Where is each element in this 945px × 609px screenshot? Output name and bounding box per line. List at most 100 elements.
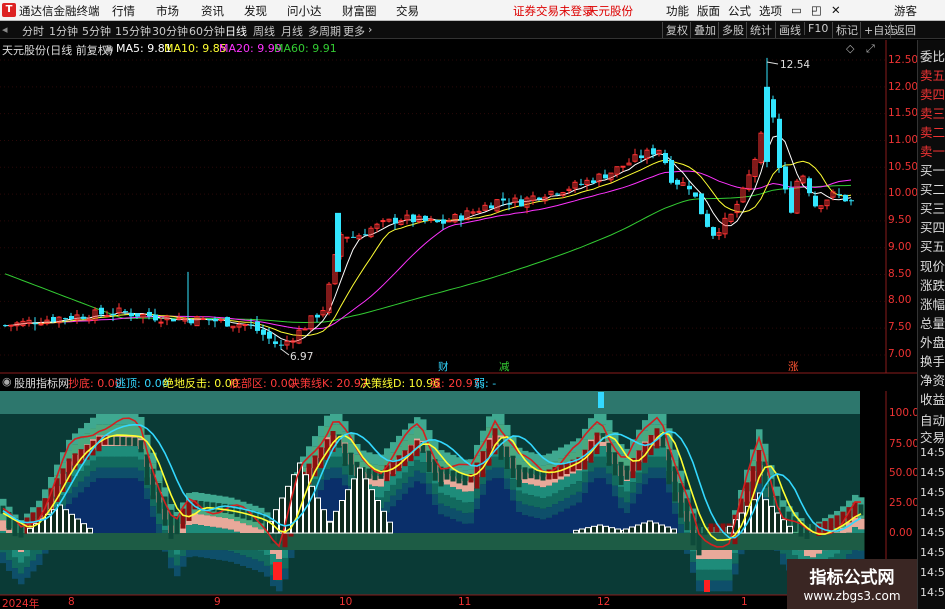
menu-item-quotes[interactable]: 行情 — [112, 3, 135, 19]
indicator-band-block — [72, 533, 79, 550]
kline-settings-icon[interactable]: ◉ — [104, 42, 114, 55]
indicator-band-block — [174, 554, 181, 566]
indicator-band-block — [156, 533, 163, 550]
sidebar-item[interactable]: 买三 — [920, 198, 945, 217]
diamond-icon[interactable]: ◇ — [846, 42, 854, 55]
indicator-band-block — [450, 497, 457, 509]
sidebar-item[interactable]: 现价 — [920, 256, 945, 275]
period-tab-30min[interactable]: 30分钟 — [152, 23, 188, 39]
candle-body — [393, 217, 398, 224]
menu-item-formula[interactable]: 公式 — [728, 3, 751, 19]
period-tab-weekly[interactable]: 周线 — [253, 23, 275, 39]
indicator-band-block — [120, 446, 127, 457]
indicator-bar — [426, 450, 432, 473]
indicator-panel[interactable] — [0, 391, 887, 595]
sidebar-item[interactable]: 外盘 — [920, 332, 945, 351]
indicator-band-block — [420, 483, 427, 533]
event-tag-reduce[interactable]: 减 — [499, 361, 510, 373]
trade-login-alert[interactable]: 证券交易未登录 — [513, 3, 594, 19]
restore-icon[interactable]: ◰ — [811, 3, 822, 17]
auto-trade-button[interactable]: 自动交易 — [920, 412, 945, 446]
period-tab-60min[interactable]: 60分钟 — [189, 23, 225, 39]
period-tab-daily[interactable]: 日线 — [225, 23, 247, 39]
sidebar-item[interactable]: 卖五 — [920, 65, 945, 84]
indicator-bar — [708, 523, 714, 533]
sidebar-item[interactable]: 卖三 — [920, 103, 945, 122]
indicator-band-block — [30, 533, 37, 550]
menu-item-news[interactable]: 资讯 — [201, 3, 224, 19]
sidebar-item[interactable]: 换手 — [920, 351, 945, 370]
indicator-band-block — [258, 561, 265, 573]
menu-item-market[interactable]: 市场 — [156, 3, 179, 19]
volume-bar — [635, 524, 641, 534]
indicator-value-counterattack: 绝地反击: 0.00 — [163, 377, 239, 390]
kline-panel[interactable]: 12.54 6.97 — [0, 40, 887, 373]
period-tab-intraday[interactable]: 分时 — [22, 23, 44, 39]
indicator-band-block — [354, 533, 361, 550]
indicator-band-block — [474, 487, 481, 499]
f10-button[interactable]: F10 — [804, 22, 828, 35]
period-tab-multi[interactable]: 多周期 — [308, 23, 341, 39]
sidebar-item[interactable]: 卖四 — [920, 84, 945, 103]
candle-body — [344, 236, 350, 239]
window-close-icon[interactable]: ✕ — [831, 3, 841, 17]
sidebar-item[interactable]: 净资 — [920, 370, 945, 389]
volume-bar — [585, 527, 591, 534]
guest-user[interactable]: 游客 — [894, 3, 917, 19]
sidebar-item[interactable]: 总量 — [920, 313, 945, 332]
menu-item-discover[interactable]: 发现 — [244, 3, 267, 19]
indicator-band-block — [240, 533, 247, 550]
menu-item-function[interactable]: 功能 — [666, 3, 689, 19]
menu-item-ask-xiaoda[interactable]: 问小达 — [287, 3, 322, 19]
event-tag-limit-up[interactable]: 涨 — [788, 361, 799, 373]
collapse-arrow-icon[interactable]: ◂ — [2, 23, 8, 36]
indicator-band-block — [714, 559, 721, 570]
candle-body — [807, 178, 812, 194]
period-tab-5min[interactable]: 5分钟 — [82, 23, 111, 39]
indicator-band-block — [180, 556, 187, 567]
indicator-name[interactable]: 股朋指标网 — [14, 375, 69, 391]
event-tag-finance[interactable]: 财 — [438, 360, 449, 373]
period-tab-monthly[interactable]: 月线 — [281, 23, 303, 39]
indicator-band-block — [468, 512, 475, 524]
draw-line-button[interactable]: 画线 — [775, 22, 801, 38]
sidebar-item[interactable]: 卖一 — [920, 141, 945, 160]
sidebar-item[interactable]: 涨跌 — [920, 275, 945, 294]
sidebar-item[interactable]: 委比 — [920, 46, 945, 65]
candle-body — [423, 215, 428, 222]
sidebar-item[interactable]: 买四 — [920, 217, 945, 236]
indicator-band-block — [30, 550, 37, 561]
indicator-band-block — [132, 424, 139, 436]
sidebar-item[interactable]: 涨幅 — [920, 294, 945, 313]
indicator-band-block — [600, 467, 607, 479]
indicator-band-block — [600, 414, 607, 425]
period-tab-1min[interactable]: 1分钟 — [49, 23, 78, 39]
expand-icon[interactable]: ⤢ — [866, 42, 875, 56]
statistics-button[interactable]: 统计 — [746, 22, 772, 38]
period-tab-15min[interactable]: 15分钟 — [115, 23, 151, 39]
menu-item-wealth-circle[interactable]: 财富圈 — [342, 3, 377, 19]
overlay-button[interactable]: 叠加 — [690, 22, 716, 38]
indicator-band-block — [126, 456, 133, 468]
menu-item-options[interactable]: 选项 — [759, 3, 782, 19]
menu-item-layout[interactable]: 版面 — [697, 3, 720, 19]
more-chevron-icon[interactable]: › — [368, 23, 372, 36]
back-button[interactable]: 返回 — [890, 22, 916, 38]
indicator-band-block — [642, 473, 649, 485]
indicator-band-block — [732, 553, 739, 564]
menu-item-trade[interactable]: 交易 — [396, 3, 419, 19]
sidebar-item[interactable]: 买一 — [920, 160, 945, 179]
indicator-settings-icon[interactable]: ◉ — [2, 375, 12, 388]
adjust-button[interactable]: 复权 — [662, 22, 688, 38]
sidebar-item[interactable]: 卖二 — [920, 122, 945, 141]
chart-canvas[interactable]: 12.54 6.97 财 减 涨 — [0, 40, 917, 609]
mark-button[interactable]: 标记 — [832, 22, 858, 38]
minimize-icon[interactable]: ▭ — [791, 3, 802, 17]
multi-stock-button[interactable]: 多股 — [718, 22, 744, 38]
sidebar-item[interactable]: 买二 — [920, 179, 945, 198]
candle-body — [663, 153, 668, 164]
sidebar-item[interactable]: 收益 — [920, 389, 945, 408]
indicator-band-block — [432, 533, 439, 550]
period-tab-more[interactable]: 更多 — [343, 23, 365, 39]
sidebar-item[interactable]: 买五 — [920, 236, 945, 255]
